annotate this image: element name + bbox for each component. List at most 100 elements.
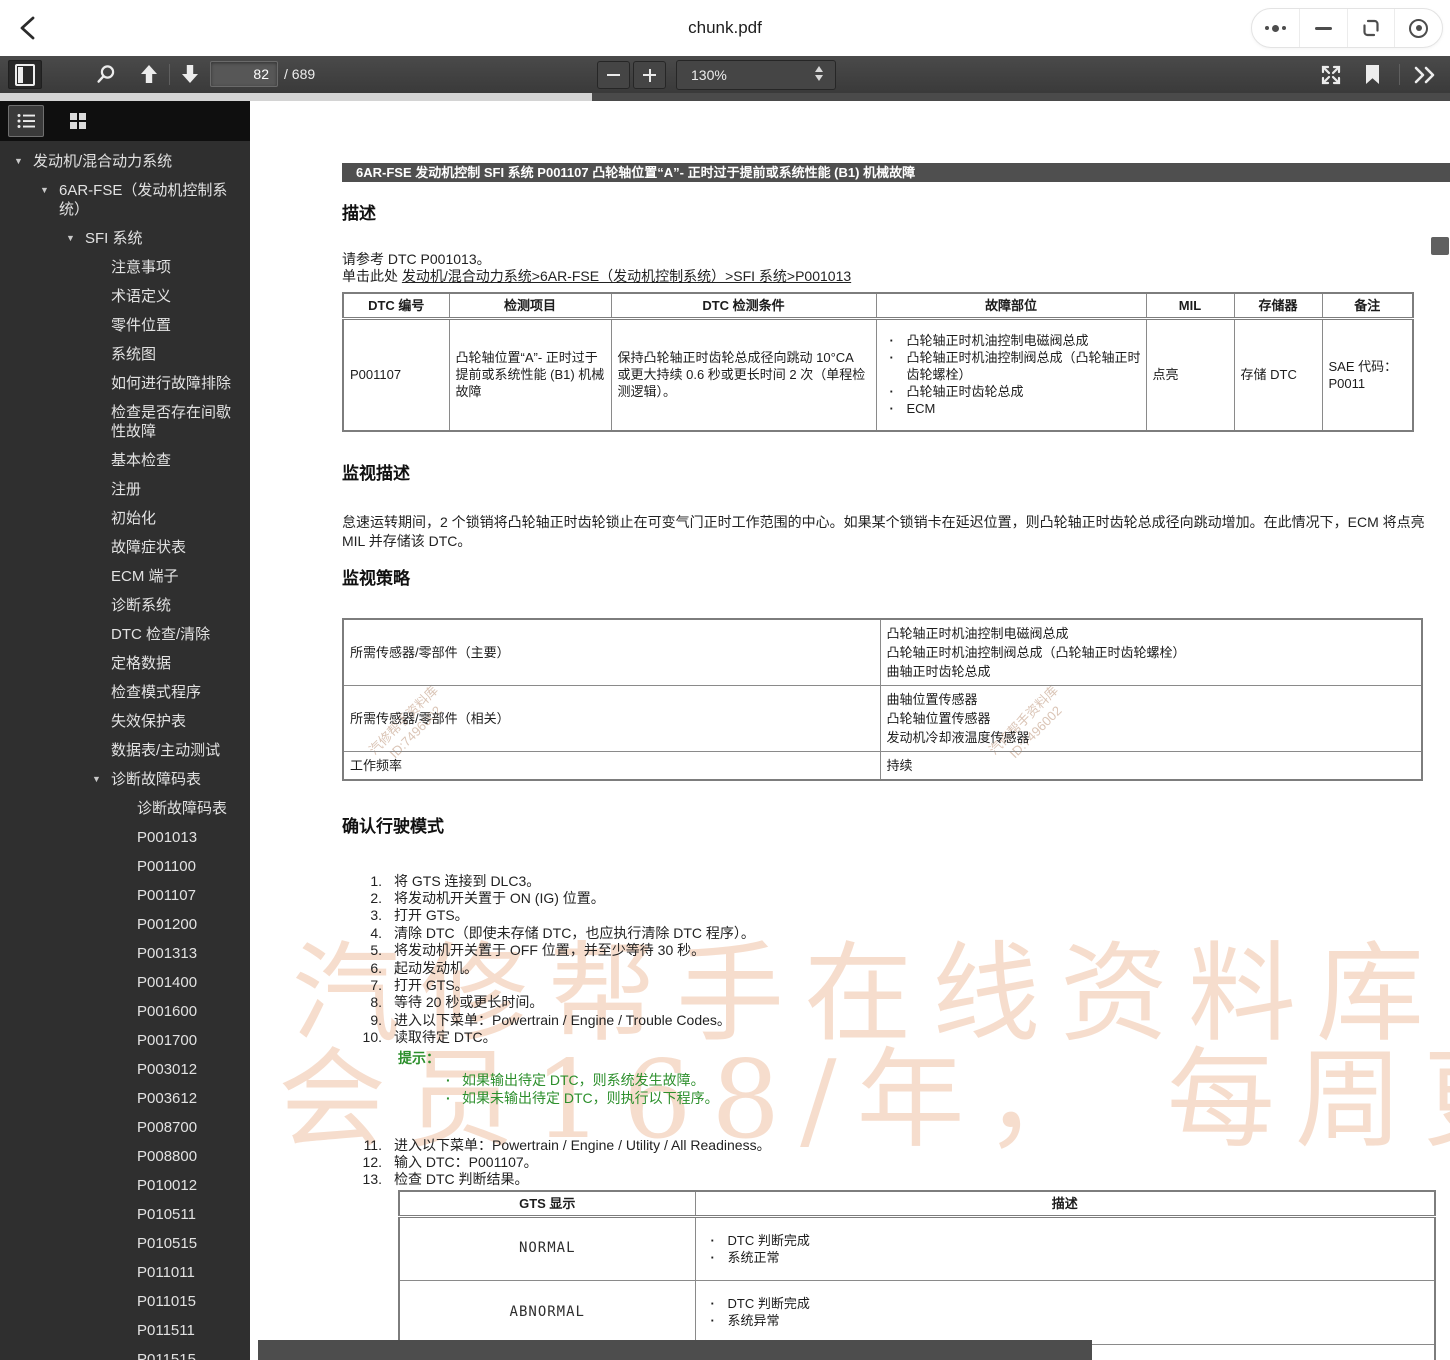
toc-item[interactable]: 如何进行故障排除 xyxy=(0,369,250,398)
plus-icon xyxy=(643,68,656,82)
float-window-button[interactable] xyxy=(1346,9,1395,47)
zoom-level-select[interactable]: 130% xyxy=(676,60,836,90)
step-number: 8. xyxy=(370,994,382,1011)
thumbnails-view-button[interactable] xyxy=(60,105,96,137)
zoom-out-button[interactable] xyxy=(597,61,630,89)
toc-item[interactable]: P001107 xyxy=(0,881,250,910)
toc-item[interactable]: DTC 检查/清除 xyxy=(0,620,250,649)
horizontal-scrollbar-thumb[interactable] xyxy=(258,1340,1092,1360)
sidebar-header xyxy=(0,101,250,141)
toc-item[interactable]: P001400 xyxy=(0,968,250,997)
caret-spacer xyxy=(118,1002,137,1021)
more-tools-button[interactable] xyxy=(1412,64,1440,91)
page-number-input[interactable] xyxy=(210,61,278,87)
next-page-button[interactable] xyxy=(178,62,202,91)
toc-item-label: 诊断系统 xyxy=(111,597,172,614)
toc-item[interactable]: P008800 xyxy=(0,1142,250,1171)
toc-item[interactable]: P011515 xyxy=(0,1345,250,1360)
caret-spacer xyxy=(118,857,137,876)
strategy-line: 凸轮轴正时机油控制阀总成（凸轮轴正时齿轮螺栓） xyxy=(886,644,1186,660)
more-options-button[interactable] xyxy=(1252,9,1299,47)
toc-item[interactable]: 数据表/主动测试 xyxy=(0,736,250,765)
toc-item[interactable]: P010012 xyxy=(0,1171,250,1200)
toc-item[interactable]: 检查是否存在间歇性故障 xyxy=(0,398,250,446)
caret-spacer xyxy=(118,886,137,905)
top-scrollbar[interactable] xyxy=(0,93,1450,101)
zoom-in-button[interactable] xyxy=(633,61,666,89)
toc-item[interactable]: P011511 xyxy=(0,1316,250,1345)
toc-item[interactable]: P001313 xyxy=(0,939,250,968)
toc-item[interactable]: 注意事项 xyxy=(0,253,250,282)
caret-down-icon[interactable]: ▼ xyxy=(66,229,85,248)
toc-item[interactable]: ▼ 6AR-FSE（发动机控制系统） xyxy=(0,176,250,224)
procedure-step: 3. 打开 GTS。 xyxy=(342,907,1450,924)
toc-item[interactable]: P003012 xyxy=(0,1055,250,1084)
toc-item[interactable]: ▼ SFI 系统 xyxy=(0,224,250,253)
caret-spacer xyxy=(92,567,111,586)
outline-view-button[interactable] xyxy=(8,105,44,137)
toc-item[interactable]: P001700 xyxy=(0,1026,250,1055)
toc-item[interactable]: P001013 xyxy=(0,823,250,852)
strategy-line: 持续 xyxy=(886,757,913,773)
procedure-step: 6. 起动发动机。 xyxy=(342,960,1450,977)
toc-item[interactable]: ▼ 发动机/混合动力系统 xyxy=(0,147,250,176)
bookmark-icon[interactable] xyxy=(1366,65,1379,84)
column-header: 描述 xyxy=(694,1190,1436,1218)
caret-spacer xyxy=(92,712,111,731)
toc-item[interactable]: 零件位置 xyxy=(0,311,250,340)
record-button[interactable] xyxy=(1394,9,1442,47)
caret-down-icon[interactable]: ▼ xyxy=(40,181,59,219)
toc-item[interactable]: P001600 xyxy=(0,997,250,1026)
vertical-scrollbar-thumb[interactable] xyxy=(1431,237,1449,255)
strategy-label-cell: 所需传感器/零部件（相关） xyxy=(342,684,881,752)
toc-item[interactable]: P011011 xyxy=(0,1258,250,1287)
caret-down-icon[interactable]: ▼ xyxy=(92,770,111,789)
toc-item-label: P001400 xyxy=(137,974,198,991)
toc-item-label: 检查是否存在间歇性故障 xyxy=(111,404,232,440)
section-heading-monitor-description: 监视描述 xyxy=(342,463,410,483)
sidebar-toggle-button[interactable] xyxy=(8,60,42,89)
toc-item-label: P011015 xyxy=(137,1293,196,1310)
search-button[interactable] xyxy=(95,63,117,91)
minimize-button[interactable] xyxy=(1298,9,1347,47)
toc-item[interactable]: 诊断故障码表 xyxy=(0,794,250,823)
toc-item-label: 定格数据 xyxy=(111,655,172,672)
toc-item[interactable]: 系统图 xyxy=(0,340,250,369)
toc-item[interactable]: P008700 xyxy=(0,1113,250,1142)
pdf-page: 6AR-FSE 发动机控制 SFI 系统 P001107 凸轮轴位置“A”- 正… xyxy=(342,101,1450,1360)
step-text: 打开 GTS。 xyxy=(394,976,469,993)
caret-down-icon[interactable]: ▼ xyxy=(14,152,33,171)
gts-table-header-row: GTS 显示 描述 xyxy=(398,1190,1436,1218)
toc-item[interactable]: 基本检查 xyxy=(0,446,250,475)
toc-item[interactable]: 术语定义 xyxy=(0,282,250,311)
caret-spacer xyxy=(92,258,111,277)
previous-page-button[interactable] xyxy=(137,62,161,91)
toc-item[interactable]: P003612 xyxy=(0,1084,250,1113)
toc-item[interactable]: ECM 端子 xyxy=(0,562,250,591)
toc-item[interactable]: 注册 xyxy=(0,475,250,504)
procedure-step: 11. 进入以下菜单：Powertrain / Engine / Utility … xyxy=(342,1137,1450,1154)
step-text: 读取待定 DTC。 xyxy=(394,1029,497,1046)
toc-item[interactable]: P010511 xyxy=(0,1200,250,1229)
toc-item-label: P011511 xyxy=(137,1322,195,1339)
toc-item[interactable]: 初始化 xyxy=(0,504,250,533)
toc-item[interactable]: P001100 xyxy=(0,852,250,881)
breadcrumb-link[interactable]: 发动机/混合动力系统>6AR-FSE（发动机控制系统）>SFI 系统>P0010… xyxy=(402,268,851,284)
toc-item[interactable]: 故障症状表 xyxy=(0,533,250,562)
toc-item[interactable]: P010515 xyxy=(0,1229,250,1258)
procedure-step: 7. 打开 GTS。 xyxy=(342,977,1450,994)
procedure-step: 13. 检查 DTC 判断结果。 xyxy=(342,1171,1450,1188)
toc-item[interactable]: P011015 xyxy=(0,1287,250,1316)
strategy-label-cell: 所需传感器/零部件（主要） xyxy=(342,618,881,686)
toc-item[interactable]: 失效保护表 xyxy=(0,707,250,736)
toc-item[interactable]: 检查模式程序 xyxy=(0,678,250,707)
fullscreen-button[interactable] xyxy=(1320,64,1342,91)
toc-item[interactable]: ▼ 诊断故障码表 xyxy=(0,765,250,794)
toc-item-label: P010012 xyxy=(137,1177,198,1194)
toc-item[interactable]: 定格数据 xyxy=(0,649,250,678)
toc-item[interactable]: P001200 xyxy=(0,910,250,939)
toc-item-label: P010511 xyxy=(137,1206,196,1223)
toc-item[interactable]: 诊断系统 xyxy=(0,591,250,620)
minimize-icon xyxy=(1314,26,1332,30)
toc-item-label: 注意事项 xyxy=(111,259,172,276)
